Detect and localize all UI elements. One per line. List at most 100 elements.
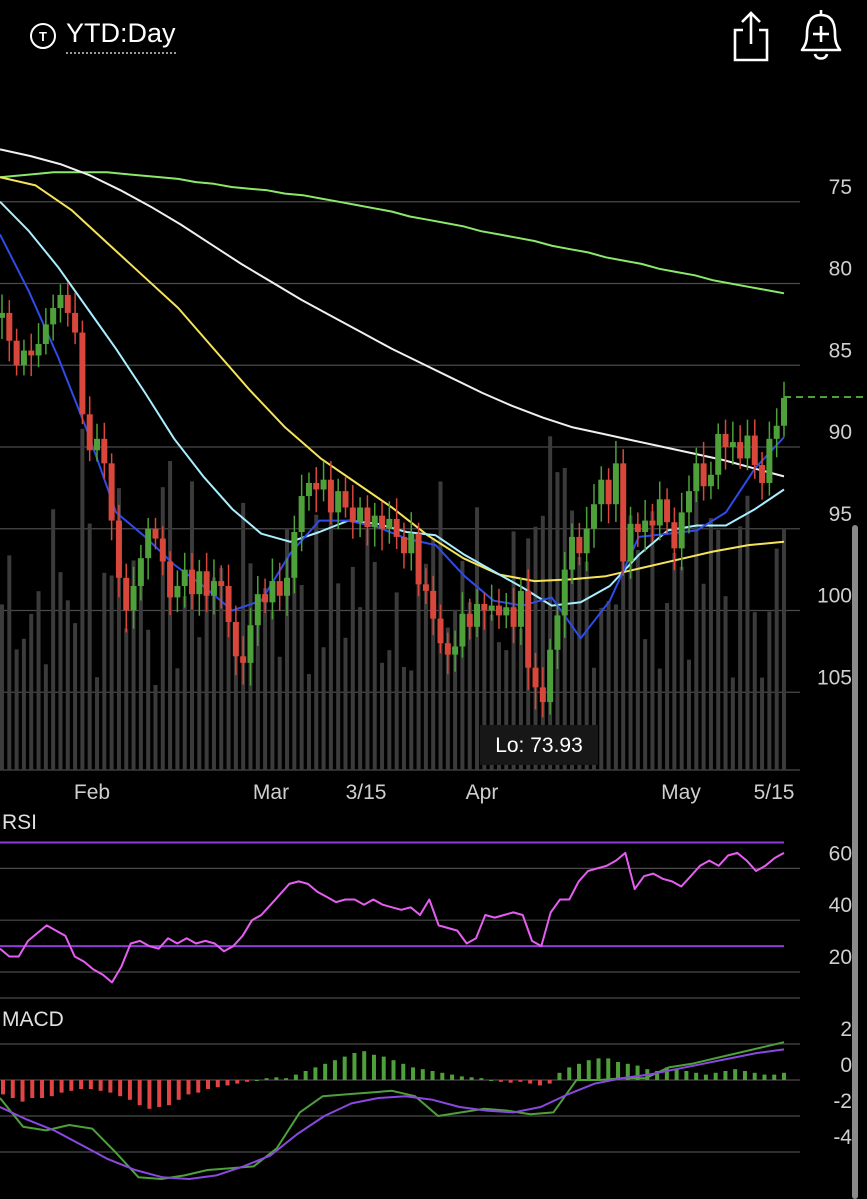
candle-body [167,561,174,598]
scrollbar[interactable] [852,525,858,1199]
candle-body [335,491,342,513]
macd-histogram-bar [411,1067,416,1080]
volume-bar [51,509,56,770]
candle-body [612,463,619,505]
candle-body [422,584,429,591]
candle-body [430,590,437,619]
macd-histogram-bar [225,1080,230,1086]
macd-histogram-bar [606,1058,611,1080]
volume-bar [306,674,311,770]
candle-body [583,528,590,554]
volume-bar [299,584,304,770]
volume-bar [365,528,370,770]
macd-histogram-bar [498,1080,503,1082]
candle-body [773,425,780,439]
volume-bar [716,530,721,770]
candle-body [50,308,57,325]
date-tick-label: 3/15 [346,781,387,804]
date-tick-label: Apr [466,781,499,804]
volume-bar [723,596,728,770]
volume-bar [708,518,713,770]
macd-tick-label: -2 [833,1090,852,1113]
volume-bar [270,611,275,770]
macd-histogram-bar [30,1080,35,1098]
candle-body [232,621,239,657]
macd-histogram-bar [49,1080,54,1097]
candle-body [6,312,13,341]
macd-histogram-bar [215,1080,220,1088]
candle-body [656,499,663,526]
volume-bar [73,623,78,770]
price-axis: 105 100 95 90 85 80 75 [817,176,852,690]
macd-histogram-bar [352,1053,357,1080]
candle-body [569,536,576,570]
volume-bar [43,664,48,770]
candle-body [561,569,568,616]
rsi-panel: 60 40 20 [0,841,852,999]
candle-body [525,590,532,668]
macd-histogram-bar [342,1056,347,1080]
macd-histogram-bar [157,1080,162,1107]
candle-body [174,585,181,598]
volume-bar [409,670,414,770]
candle-body [0,312,5,318]
macd-title: MACD [2,1008,64,1031]
candle-body [605,479,612,505]
candle-body [598,479,605,505]
macd-histogram-bar [391,1060,396,1080]
macd-histogram-bar [10,1080,15,1098]
candle-body [152,528,159,539]
candle-body [342,491,349,508]
volume-bar [102,572,107,770]
macd-histogram-bar [694,1072,699,1080]
rsi-tick-label: 60 [829,842,852,865]
candle-body [42,324,49,344]
rsi-line [0,851,785,984]
volume-bar [635,550,640,770]
candle-body [664,499,671,523]
macd-histogram-bar [420,1069,425,1080]
candle-body [452,646,459,655]
candle-body [298,496,305,533]
candle-body [547,649,554,703]
candle-body [495,605,502,616]
candle-body [86,414,93,451]
candle-body [634,523,641,533]
volume-bar [292,569,297,770]
macd-histogram-bar [371,1054,376,1080]
volume-bar [387,650,392,770]
macd-histogram-bar [576,1063,581,1080]
volume-bar [190,481,195,770]
macd-histogram-bar [254,1080,259,1081]
candle-body [115,520,122,578]
macd-histogram-bar [1,1080,5,1095]
candle-body [729,442,736,447]
candle-body [408,533,415,554]
candle-body [327,479,334,513]
candle-body [707,474,714,487]
stock-chart[interactable]: 105 100 95 90 85 80 75 Feb Mar 3/15 Apr May 5/15 Lo… [0,0,867,1199]
price-tick-label: 90 [829,421,852,444]
volume-bar [0,604,4,770]
macd-histogram-bar [547,1080,552,1084]
macd-histogram-bar [537,1080,542,1086]
candle-body [130,585,137,611]
candle-body [101,438,108,464]
candle-body [781,397,787,426]
candle-body [159,538,166,562]
volume-bar [182,596,187,770]
candle-body [349,507,356,523]
macd-histogram-bar [137,1080,142,1106]
macd-tick-label: 0 [840,1054,852,1077]
candle-body [649,520,656,526]
macd-histogram-bar [440,1072,445,1080]
volume-bar [314,514,319,770]
volume-bar [358,607,363,770]
volume-bar [350,566,355,770]
price-tick-label: 80 [829,258,852,281]
volume-bar [21,638,26,770]
candle-body [437,618,444,644]
date-axis: Feb Mar 3/15 Apr May 5/15 [74,781,795,804]
macd-histogram-bar [528,1080,533,1084]
volume-bar [263,588,268,770]
